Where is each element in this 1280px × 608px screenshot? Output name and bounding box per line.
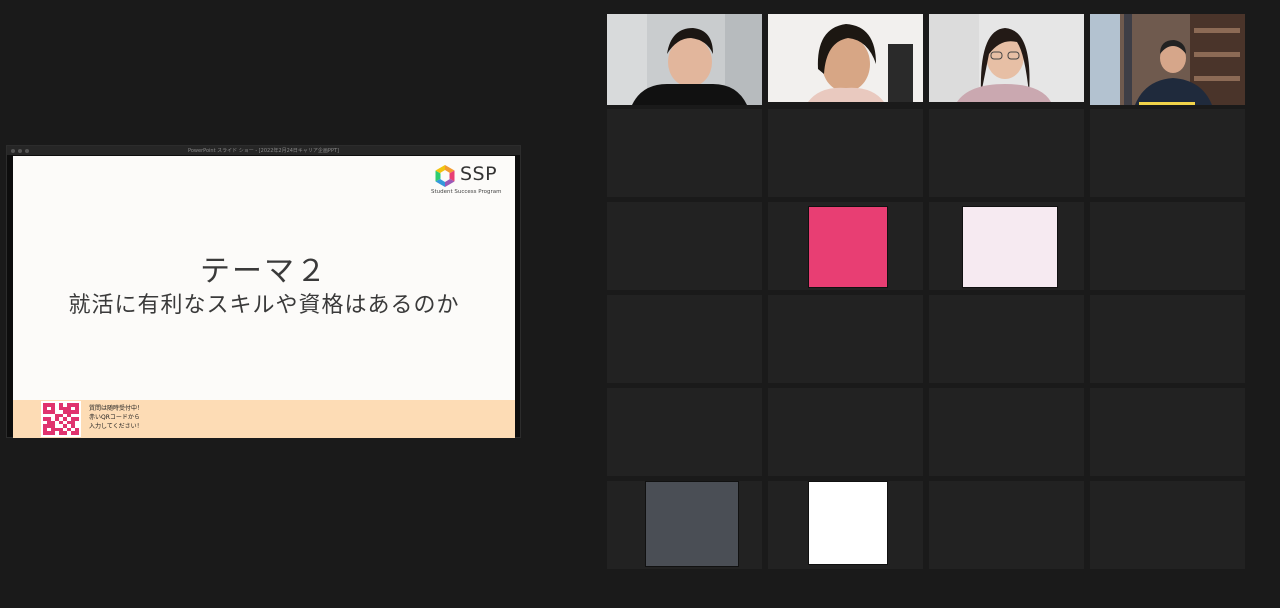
- video-tile-participant-4[interactable]: [1090, 14, 1245, 105]
- hexagon-logo-icon: [435, 165, 455, 187]
- participant-tile[interactable]: [768, 481, 923, 569]
- participant-tile[interactable]: [768, 388, 923, 476]
- speaking-indicator: [1139, 102, 1195, 105]
- logo-name: SSP: [460, 163, 498, 185]
- presentation-slide: SSP Student Success Program テーマ２ 就活に有利なス…: [13, 156, 515, 438]
- participant-tile[interactable]: [607, 202, 762, 290]
- window-title: PowerPoint スライド ショー - [2022年2月24日キャリア企画P…: [188, 148, 339, 154]
- video-tile-participant-1[interactable]: [607, 14, 762, 105]
- participant-tile[interactable]: [607, 481, 762, 569]
- footer-line: 入力してください！: [89, 423, 143, 430]
- participant-tile[interactable]: [929, 202, 1084, 290]
- participant-tile[interactable]: [607, 109, 762, 197]
- footer-line: 赤いQRコードから: [89, 414, 140, 421]
- participant-tile[interactable]: [929, 481, 1084, 569]
- participant-tile[interactable]: [929, 109, 1084, 197]
- participant-tile[interactable]: [1090, 481, 1245, 569]
- qr-code: [41, 401, 81, 437]
- participant-tile[interactable]: [768, 202, 923, 290]
- participant-video: [929, 14, 1084, 102]
- footer-text: 質問は随時受付中！ 赤いQRコードから 入力してください！: [89, 404, 143, 431]
- slide-footer: 質問は随時受付中！ 赤いQRコードから 入力してください！: [13, 400, 515, 438]
- participant-tile[interactable]: [1090, 109, 1245, 197]
- participant-tile[interactable]: [607, 295, 762, 383]
- avatar-white: [808, 481, 888, 565]
- shared-screen[interactable]: PowerPoint スライド ショー - [2022年2月24日キャリア企画P…: [6, 145, 521, 438]
- participant-tile[interactable]: [929, 295, 1084, 383]
- participant-video: [1090, 14, 1245, 105]
- participant-tile[interactable]: [1090, 388, 1245, 476]
- footer-line: 質問は随時受付中！: [89, 405, 144, 412]
- participant-tile[interactable]: [929, 388, 1084, 476]
- participant-tile[interactable]: [607, 388, 762, 476]
- participant-tile[interactable]: [1090, 202, 1245, 290]
- avatar-slate: [645, 481, 739, 567]
- slide-subtitle: 就活に有利なスキルや資格はあるのか: [68, 293, 460, 318]
- video-tile-participant-3[interactable]: [929, 14, 1084, 102]
- participant-video: [607, 14, 762, 105]
- video-tile-participant-2[interactable]: [768, 14, 923, 102]
- participant-video: [768, 14, 923, 102]
- slide-title: テーマ２: [200, 254, 328, 289]
- window-titlebar: PowerPoint スライド ショー - [2022年2月24日キャリア企画P…: [7, 146, 520, 155]
- participant-tile[interactable]: [768, 109, 923, 197]
- avatar-pink: [808, 206, 888, 288]
- avatar-light-pink: [962, 206, 1058, 288]
- ssp-logo: SSP Student Success Program: [431, 162, 507, 196]
- participant-tile[interactable]: [1090, 295, 1245, 383]
- participant-tile[interactable]: [768, 295, 923, 383]
- logo-subtitle: Student Success Program: [431, 189, 502, 195]
